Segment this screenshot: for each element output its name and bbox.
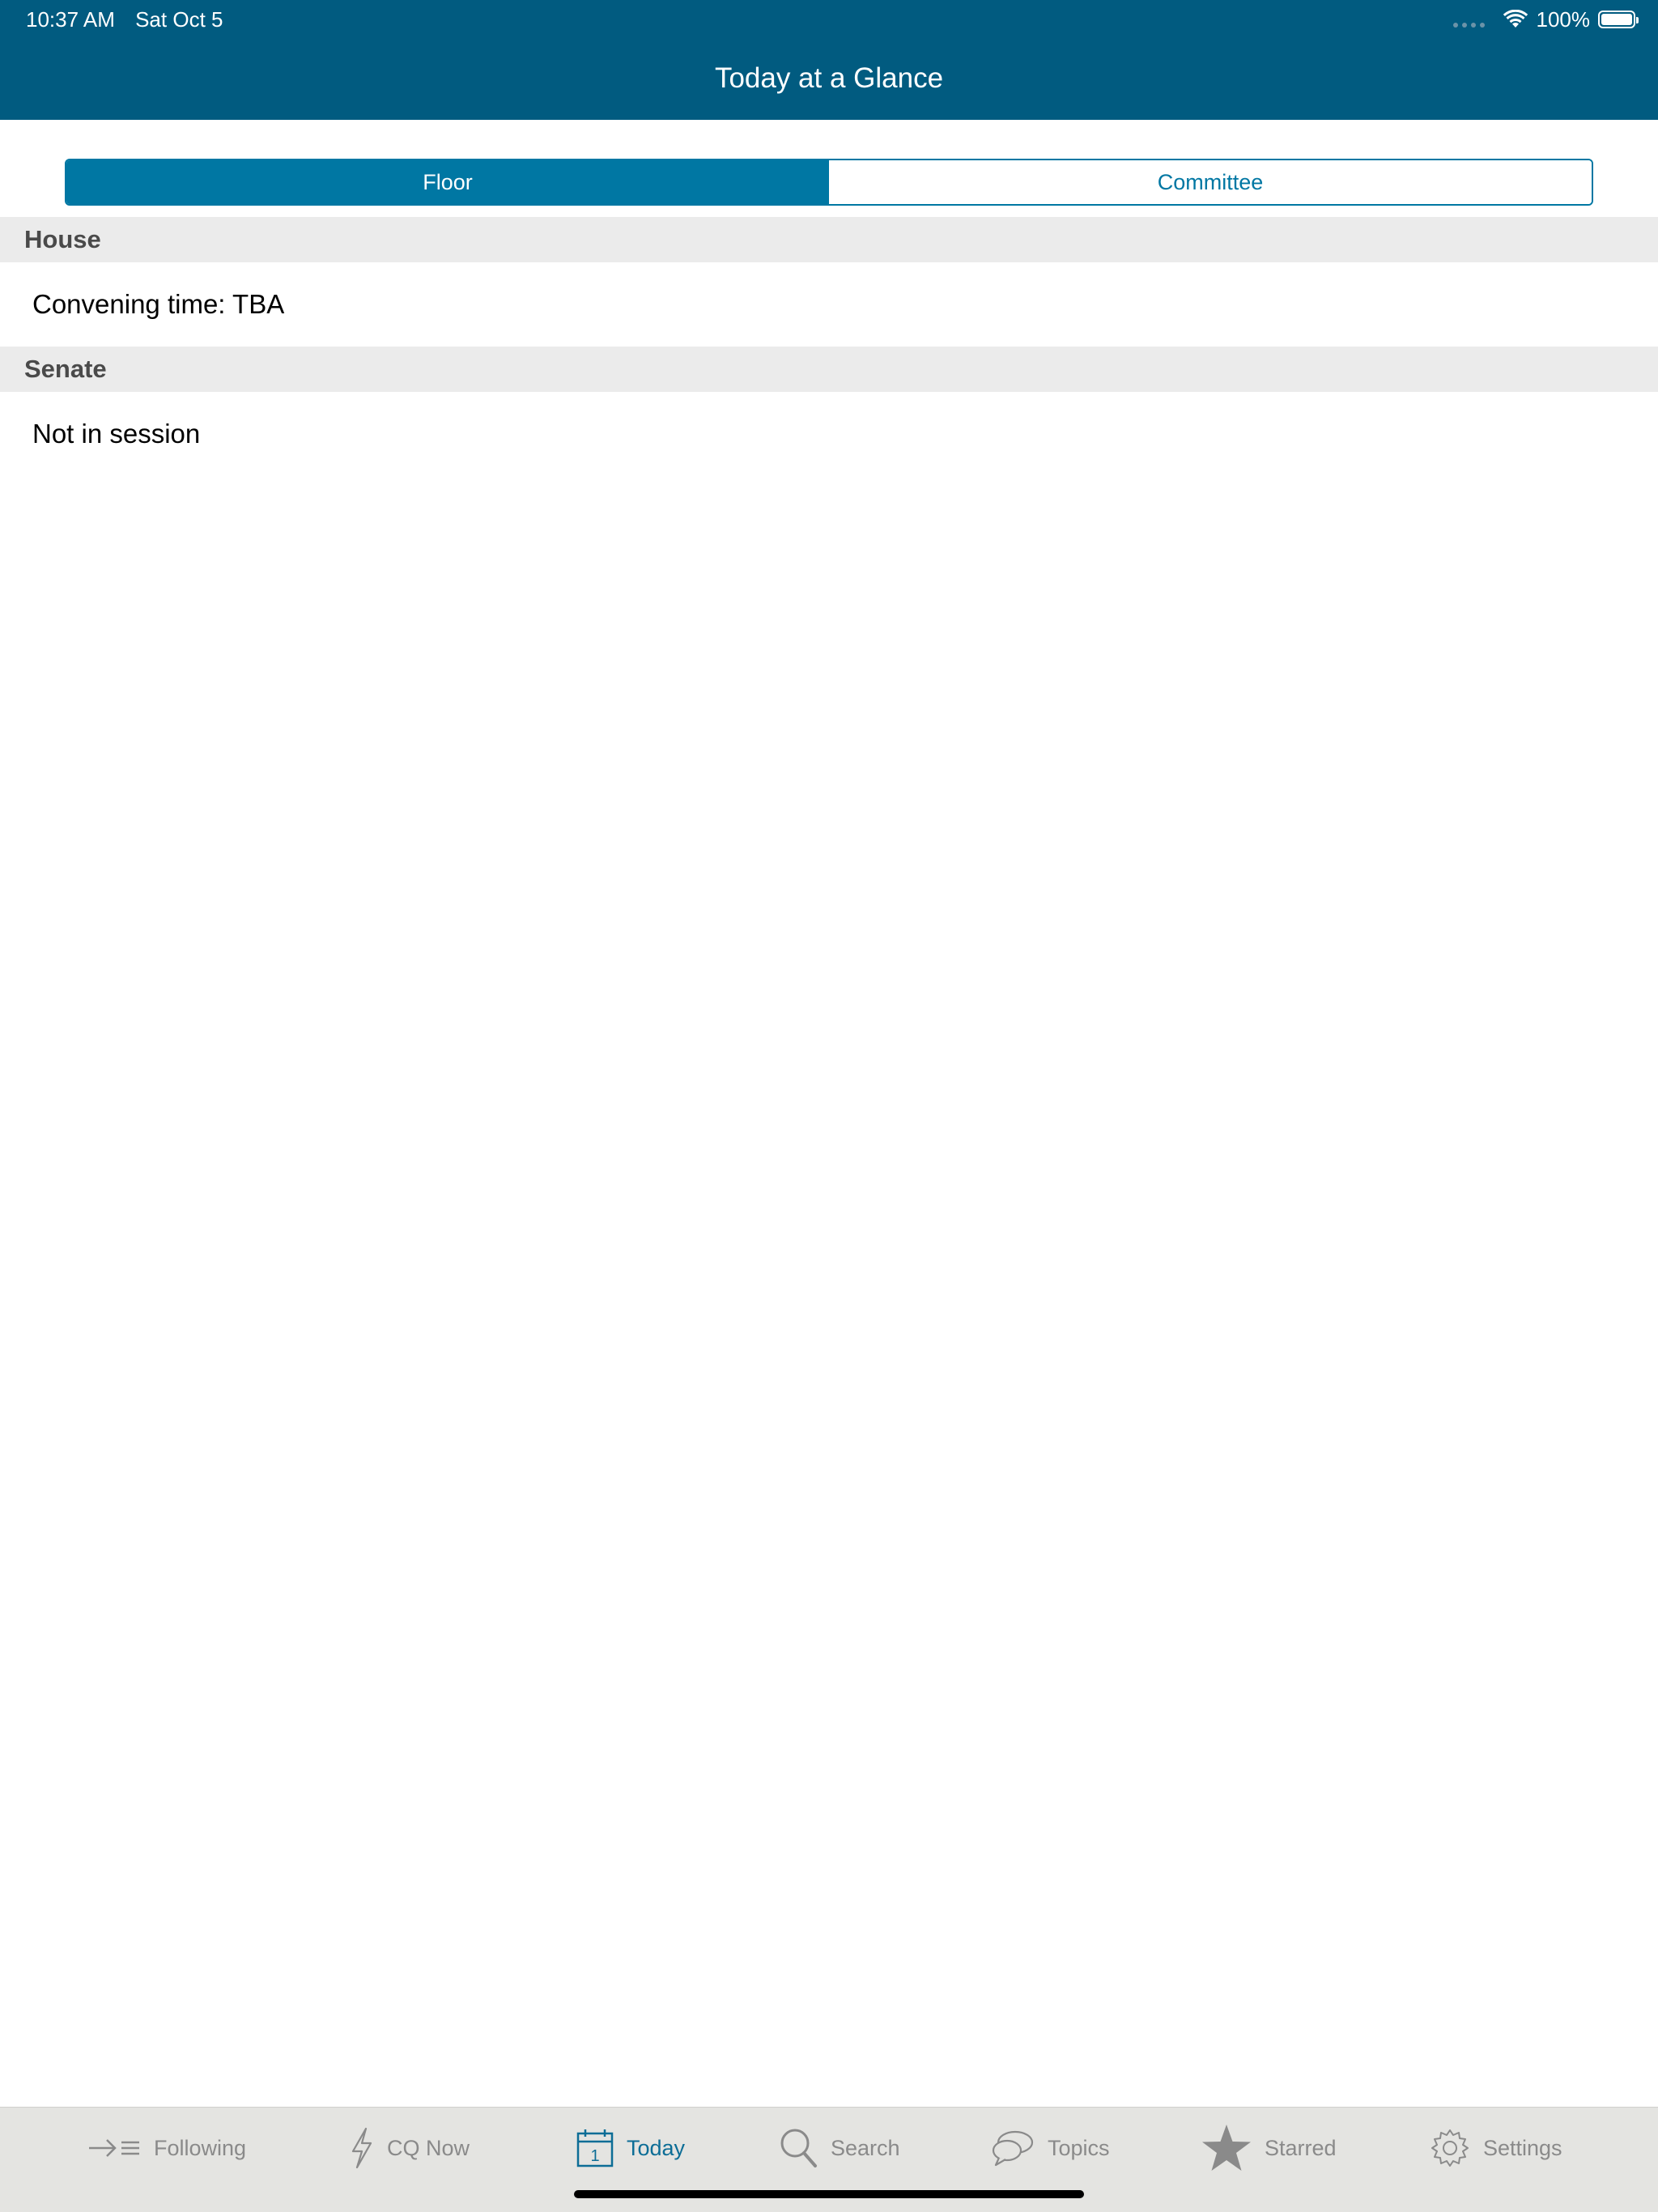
tab-label: Following [154,2135,247,2160]
tab-label: Starred [1265,2135,1337,2160]
chat-bubbles-icon [991,2129,1035,2167]
tab-label: CQ Now [387,2135,470,2160]
navigation-header: 10:37 AM Sat Oct 5 100% Today at a Glanc… [0,0,1658,120]
floor-committee-segmented-control: Floor Committee [65,159,1593,206]
segment-committee[interactable]: Committee [829,160,1592,204]
cellular-signal-icon [1452,11,1485,28]
tab-label: Topics [1048,2135,1110,2160]
list-item[interactable]: Not in session [0,392,1658,476]
tab-cq-now[interactable]: CQ Now [350,2108,470,2189]
section-header-house: House [0,217,1658,262]
tab-label: Search [831,2135,900,2160]
status-bar-indicators: 100% [1452,6,1639,32]
lightning-icon [350,2127,374,2169]
tab-starred[interactable]: Starred [1201,2108,1337,2189]
calendar-day: 1 [590,2147,599,2165]
segment-floor[interactable]: Floor [66,160,829,204]
battery-icon [1598,11,1639,28]
status-bar-time-date: 10:37 AM Sat Oct 5 [26,6,223,32]
calendar-icon: 1 [576,2129,614,2167]
list-item[interactable]: Convening time: TBA [0,262,1658,347]
following-icon [87,2133,141,2163]
tab-search[interactable]: Search [779,2108,900,2189]
page-title: Today at a Glance [714,62,944,94]
tab-topics[interactable]: Topics [991,2108,1110,2189]
status-time: 10:37 AM [26,7,115,32]
home-indicator[interactable] [574,2190,1084,2198]
tab-today[interactable]: 1 Today [576,2108,685,2189]
tab-following[interactable]: Following [87,2108,246,2189]
star-icon [1201,2124,1252,2172]
battery-percent: 100% [1536,6,1591,32]
tab-settings[interactable]: Settings [1430,2108,1562,2189]
tab-label: Settings [1483,2135,1562,2160]
wifi-icon [1503,10,1528,28]
gear-icon [1430,2128,1470,2168]
status-date: Sat Oct 5 [135,7,223,32]
section-header-senate: Senate [0,347,1658,392]
search-icon [779,2127,818,2169]
tab-label: Today [627,2135,686,2160]
